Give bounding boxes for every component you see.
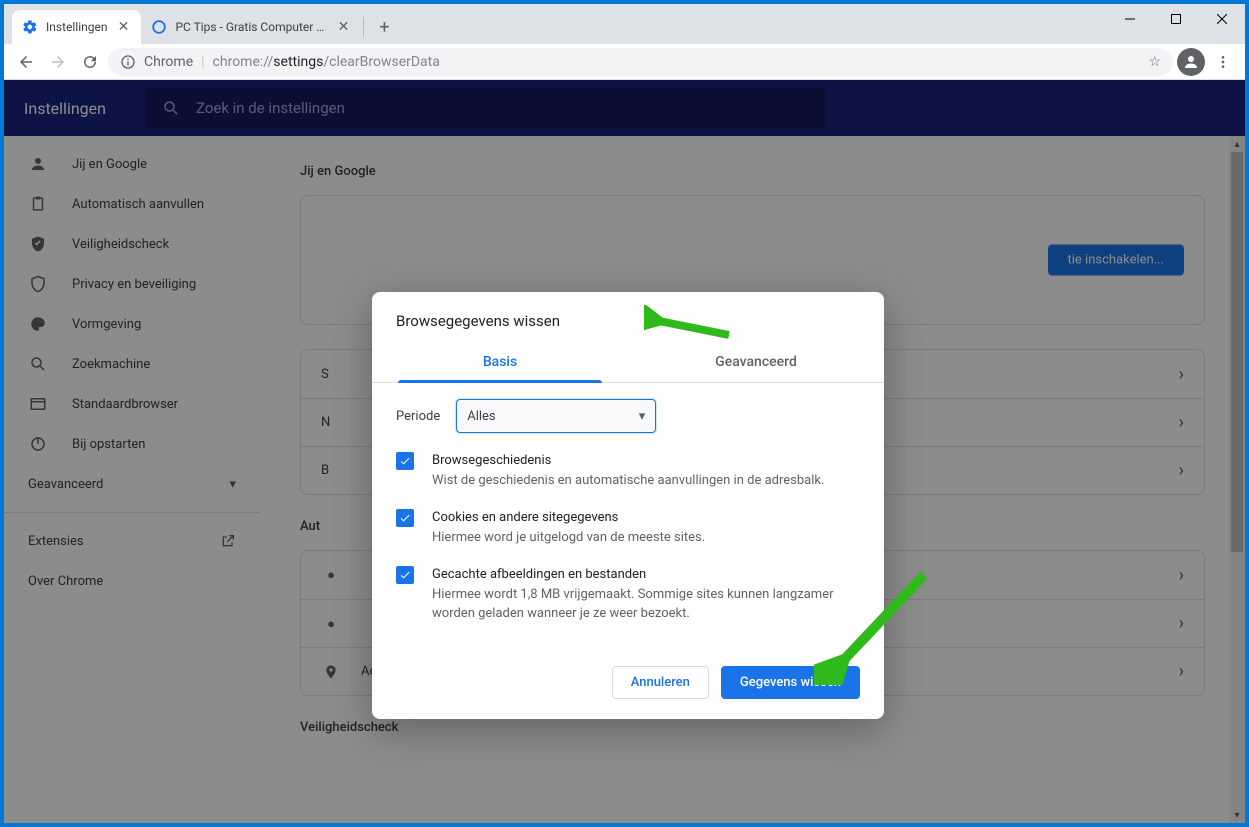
period-row: Periode Alles ▾: [396, 399, 860, 433]
period-value: Alles: [467, 409, 495, 424]
site-icon: [151, 19, 167, 35]
address-bar[interactable]: Chrome | chrome://settings/clearBrowserD…: [108, 48, 1173, 76]
dialog-actions: Annuleren Gegevens wissen: [372, 650, 884, 719]
tab-title: PC Tips - Gratis Computer tips, in: [175, 20, 327, 34]
window-controls: [1107, 4, 1245, 34]
chrome-menu-button[interactable]: [1209, 48, 1237, 76]
clear-data-button[interactable]: Gegevens wissen: [721, 666, 860, 699]
gear-icon: [22, 19, 38, 35]
site-info-icon[interactable]: [120, 54, 136, 70]
check-desc: Hiermee word je uitgelogd van de meeste …: [432, 528, 705, 548]
dialog-tabs: Basis Geavanceerd: [372, 342, 884, 383]
url-separator: |: [201, 54, 204, 70]
forward-button[interactable]: [44, 48, 72, 76]
checkbox-checked-icon[interactable]: [396, 566, 414, 584]
tab-title: Instellingen: [46, 20, 107, 34]
check-cache[interactable]: Gecachte afbeeldingen en bestandenHierme…: [396, 565, 860, 624]
settings-page: Instellingen Zoek in de instellingen Jij…: [4, 80, 1245, 823]
url-text: chrome://settings/clearBrowserData: [213, 54, 440, 70]
close-tab-icon[interactable]: ✕: [115, 19, 131, 35]
profile-avatar[interactable]: [1177, 48, 1205, 76]
checkbox-checked-icon[interactable]: [396, 452, 414, 470]
clear-data-dialog: Browsegegevens wissen Basis Geavanceerd …: [372, 292, 884, 719]
close-tab-icon[interactable]: ✕: [335, 19, 351, 35]
tab-basic[interactable]: Basis: [372, 342, 628, 382]
dialog-body: Periode Alles ▾ BrowsegeschiedenisWist d…: [372, 383, 884, 650]
check-title: Cookies en andere sitegegevens: [432, 508, 705, 528]
check-desc: Hiermee wordt 1,8 MB vrijgemaakt. Sommig…: [432, 585, 860, 624]
back-button[interactable]: [12, 48, 40, 76]
bookmark-star-icon[interactable]: ☆: [1148, 54, 1161, 70]
check-cookies[interactable]: Cookies en andere sitegegevensHiermee wo…: [396, 508, 860, 547]
tab-strip: Instellingen ✕ PC Tips - Gratis Computer…: [4, 4, 398, 44]
checkbox-checked-icon[interactable]: [396, 509, 414, 527]
tab-separator: [363, 17, 364, 37]
titlebar: Instellingen ✕ PC Tips - Gratis Computer…: [4, 4, 1245, 44]
tab-advanced[interactable]: Geavanceerd: [628, 342, 884, 382]
new-tab-button[interactable]: +: [370, 13, 398, 41]
dialog-title: Browsegegevens wissen: [372, 292, 884, 342]
cancel-button[interactable]: Annuleren: [612, 666, 709, 699]
maximize-button[interactable]: [1153, 4, 1199, 34]
reload-button[interactable]: [76, 48, 104, 76]
tab-pctips[interactable]: PC Tips - Gratis Computer tips, in ✕: [141, 10, 361, 44]
check-history[interactable]: BrowsegeschiedenisWist de geschiedenis e…: [396, 451, 860, 490]
period-select[interactable]: Alles ▾: [456, 399, 656, 433]
close-window-button[interactable]: [1199, 4, 1245, 34]
toolbar: Chrome | chrome://settings/clearBrowserD…: [4, 44, 1245, 80]
url-scheme-label: Chrome: [144, 54, 193, 70]
tab-settings[interactable]: Instellingen ✕: [12, 10, 141, 44]
check-title: Browsegeschiedenis: [432, 451, 824, 471]
period-label: Periode: [396, 409, 440, 424]
browser-window: Instellingen ✕ PC Tips - Gratis Computer…: [4, 4, 1245, 823]
check-desc: Wist de geschiedenis en automatische aan…: [432, 471, 824, 491]
check-title: Gecachte afbeeldingen en bestanden: [432, 565, 860, 585]
chevron-down-icon: ▾: [639, 409, 646, 424]
minimize-button[interactable]: [1107, 4, 1153, 34]
